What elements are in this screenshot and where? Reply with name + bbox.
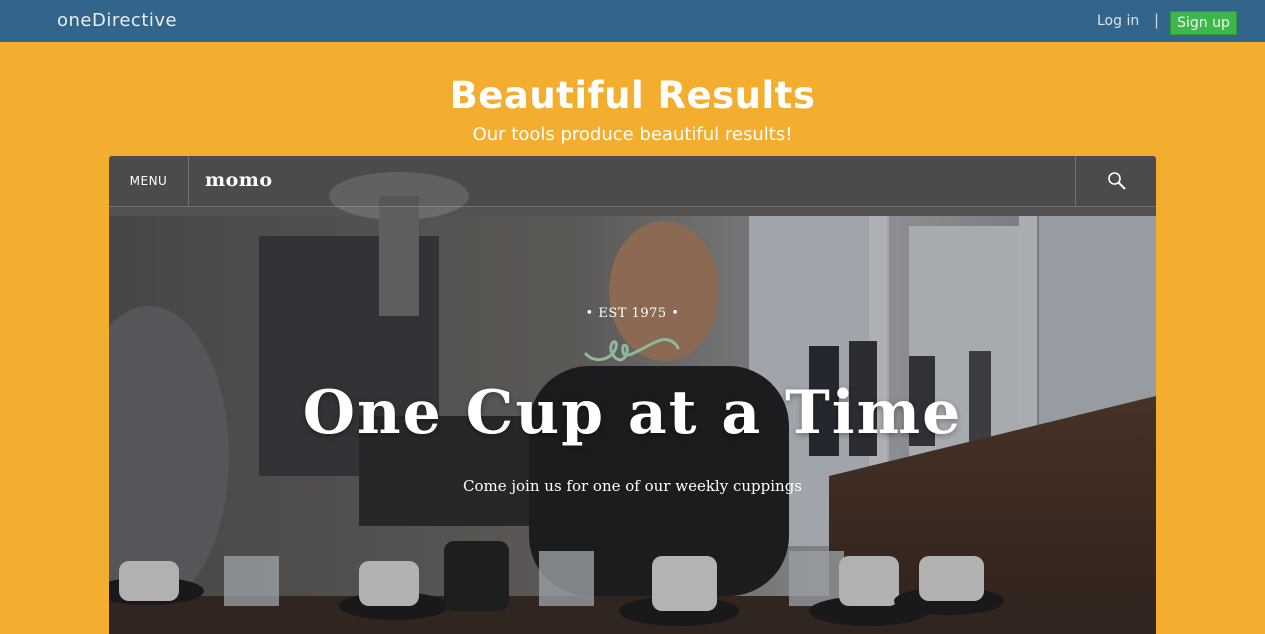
established-label: • EST 1975 • — [585, 306, 680, 321]
preview-tagline: Come join us for one of our weekly cuppi… — [463, 477, 802, 495]
search-icon — [1108, 172, 1126, 190]
nav-divider: | — [1154, 11, 1160, 29]
hero-title: Beautiful Results — [449, 74, 816, 117]
flourish-ornament-icon — [584, 338, 680, 362]
preview-site-header: MENU momo — [109, 156, 1156, 207]
signup-button[interactable]: Sign up — [1170, 11, 1237, 35]
hero-subtitle: Our tools produce beautiful results! — [472, 124, 793, 145]
website-preview: MENU momo • EST 1975 • One Cup at a Time… — [109, 156, 1156, 634]
top-navigation-bar: oneDirective Log in | Sign up — [0, 0, 1265, 42]
brand-logo-link[interactable]: oneDirective — [57, 10, 177, 31]
search-button[interactable] — [1075, 156, 1156, 206]
preview-main-heading: One Cup at a Time — [302, 378, 963, 448]
login-link[interactable]: Log in — [1097, 13, 1139, 29]
preview-site-logo[interactable]: momo — [205, 169, 273, 191]
menu-button[interactable]: MENU — [109, 156, 189, 206]
